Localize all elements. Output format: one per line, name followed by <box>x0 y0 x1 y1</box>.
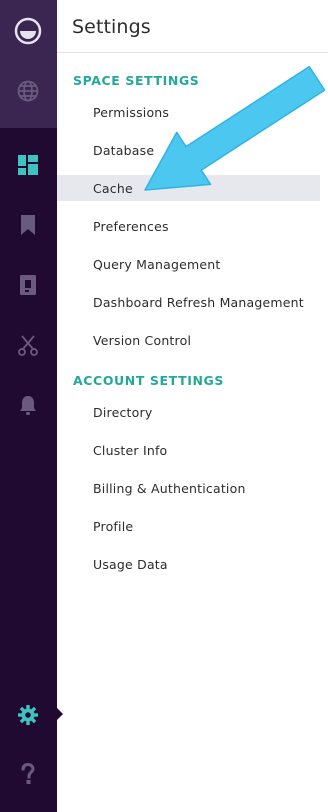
settings-item-label: Cluster Info <box>93 442 168 458</box>
logo-icon[interactable] <box>14 17 42 45</box>
gear-icon[interactable] <box>14 701 42 729</box>
left-nav-rail <box>0 0 63 812</box>
settings-item-label: Profile <box>93 518 134 534</box>
bookmark-icon[interactable] <box>14 211 42 239</box>
rail-header-notch <box>0 112 56 128</box>
settings-item-directory[interactable]: Directory <box>57 399 320 425</box>
settings-item-cache[interactable]: Cache <box>57 175 320 201</box>
scissors-icon[interactable] <box>14 331 42 359</box>
settings-item-database[interactable]: Database <box>57 137 320 163</box>
settings-item-cluster-info[interactable]: Cluster Info <box>57 437 320 463</box>
notebook-icon[interactable] <box>14 271 42 299</box>
settings-item-preferences[interactable]: Preferences <box>57 213 320 239</box>
settings-item-permissions[interactable]: Permissions <box>57 99 320 125</box>
settings-item-query-management[interactable]: Query Management <box>57 251 320 277</box>
settings-item-label: Preferences <box>93 218 169 234</box>
dashboard-grid-icon[interactable] <box>14 151 42 179</box>
settings-item-label: Billing & Authentication <box>93 480 246 496</box>
settings-item-label: Version Control <box>93 332 192 348</box>
settings-item-label: Usage Data <box>93 556 168 572</box>
settings-item-label: Directory <box>93 404 153 420</box>
settings-item-label: Database <box>93 142 155 158</box>
bell-icon[interactable] <box>14 391 42 419</box>
settings-item-label: Permissions <box>93 104 170 120</box>
question-icon[interactable] <box>14 760 42 788</box>
settings-item-label: Query Management <box>93 256 221 272</box>
page-title: Settings <box>72 16 151 38</box>
settings-item-profile[interactable]: Profile <box>57 513 320 539</box>
settings-item-label: Dashboard Refresh Management <box>93 294 304 310</box>
settings-item-dashboard-refresh-management[interactable]: Dashboard Refresh Management <box>57 289 320 315</box>
settings-item-billing-authentication[interactable]: Billing & Authentication <box>57 475 320 501</box>
settings-item-label: Cache <box>93 180 133 196</box>
globe-icon[interactable] <box>14 77 42 105</box>
space-settings-heading: SPACE SETTINGS <box>73 73 200 88</box>
settings-item-usage-data[interactable]: Usage Data <box>57 551 320 577</box>
account-settings-heading: ACCOUNT SETTINGS <box>73 373 224 388</box>
settings-panel: Settings SPACE SETTINGS Permissions Data… <box>57 0 328 812</box>
settings-item-version-control[interactable]: Version Control <box>57 327 320 353</box>
title-divider <box>57 52 328 53</box>
